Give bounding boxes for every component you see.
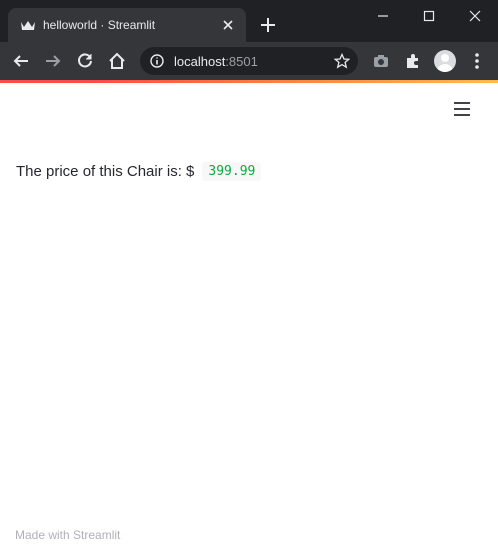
- home-button[interactable]: [106, 50, 128, 72]
- price-label: The price of this Chair is: $: [16, 163, 195, 180]
- reload-button[interactable]: [74, 50, 96, 72]
- header-decoration-bar: [0, 80, 498, 83]
- made-with-streamlit-footer[interactable]: Made with Streamlit: [15, 528, 120, 542]
- screenshot-button[interactable]: [370, 50, 392, 72]
- back-arrow-icon: [13, 55, 28, 67]
- minimize-icon: [378, 15, 388, 17]
- puzzle-piece-icon: [407, 54, 418, 68]
- bookmark-star-icon[interactable]: [334, 53, 350, 69]
- window-close-button[interactable]: [452, 0, 498, 32]
- extensions-button[interactable]: [402, 50, 424, 72]
- forward-button[interactable]: [42, 50, 64, 72]
- price-text-line: The price of this Chair is: $ 399.99: [16, 162, 262, 181]
- address-bar[interactable]: localhost:8501: [140, 47, 358, 75]
- browser-tab[interactable]: helloworld · Streamlit: [8, 8, 246, 42]
- browser-titlebar: helloworld · Streamlit: [0, 0, 498, 42]
- kebab-menu-icon: [475, 53, 479, 69]
- reload-icon: [78, 53, 92, 68]
- home-icon: [109, 52, 125, 69]
- profile-avatar[interactable]: [434, 50, 456, 72]
- streamlit-crown-icon: [21, 21, 35, 30]
- site-info-icon[interactable]: [150, 54, 164, 68]
- browser-menu-button[interactable]: [466, 50, 488, 72]
- person-icon: [437, 54, 453, 72]
- minimize-button[interactable]: [360, 0, 406, 32]
- url-port: :8501: [225, 54, 258, 69]
- window-close-icon: [469, 10, 481, 22]
- back-button[interactable]: [10, 50, 32, 72]
- maximize-button[interactable]: [406, 0, 452, 32]
- new-tab-icon[interactable]: [258, 15, 278, 35]
- price-value: 399.99: [202, 162, 262, 181]
- forward-arrow-icon: [46, 55, 61, 67]
- close-tab-icon[interactable]: [220, 17, 236, 33]
- maximize-icon: [423, 10, 435, 22]
- browser-toolbar: localhost:8501: [0, 42, 498, 80]
- camera-icon: [374, 55, 388, 67]
- hamburger-menu-icon[interactable]: [452, 100, 472, 118]
- tab-title: helloworld · Streamlit: [43, 18, 156, 32]
- url-text: localhost:8501: [174, 54, 258, 69]
- url-host: localhost: [174, 54, 226, 69]
